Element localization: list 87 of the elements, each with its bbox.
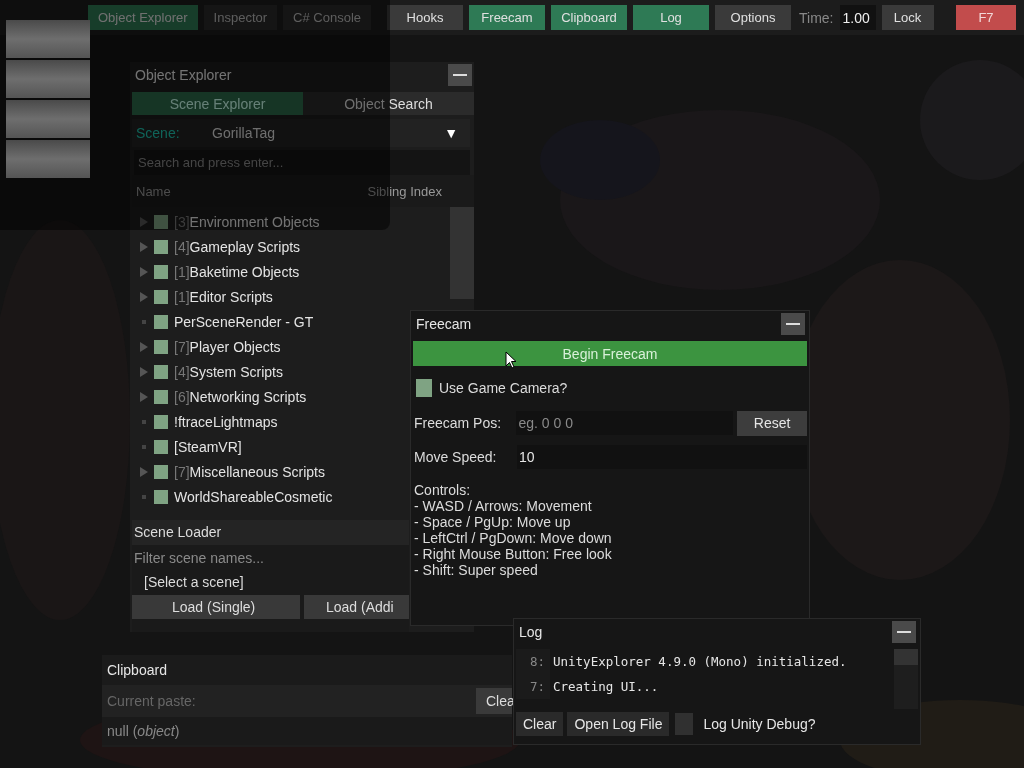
speed-field[interactable]: 10: [517, 445, 807, 469]
log-message: UnityExplorer 4.9.0 (Mono) initialized.: [552, 654, 847, 669]
checkbox-label: Log Unity Debug?: [703, 716, 816, 732]
panel-toggle-button[interactable]: Clipboard: [551, 5, 627, 30]
lock-button[interactable]: Lock: [881, 5, 934, 30]
active-checkbox[interactable]: [154, 314, 168, 329]
scene-object-item[interactable]: [6]Networking Scripts: [174, 388, 307, 405]
scene-object-item[interactable]: [7]Miscellaneous Scripts: [174, 463, 325, 480]
expand-arrow-icon[interactable]: [140, 291, 148, 302]
explorer-tab[interactable]: Object Search: [303, 92, 474, 115]
scene-object-item[interactable]: !ftraceLightmaps: [174, 413, 278, 430]
position-field[interactable]: eg. 0 0 0: [516, 411, 734, 435]
time-label: Time:: [799, 9, 834, 26]
load-button[interactable]: Load (Addi: [304, 595, 409, 619]
panel-toggle-button[interactable]: Options: [715, 5, 791, 30]
search-field[interactable]: Search and press enter...: [134, 150, 470, 175]
active-checkbox[interactable]: [154, 464, 168, 479]
load-button[interactable]: Load (Single): [132, 595, 300, 619]
column-header: Sibling Index: [367, 183, 442, 199]
column-header: Name: [136, 183, 171, 199]
section-title: Scene Loader: [132, 520, 409, 545]
line-number: 7:: [516, 674, 550, 699]
expand-arrow-icon[interactable]: [140, 466, 148, 477]
cursor-icon: [505, 351, 517, 369]
active-checkbox[interactable]: [154, 289, 168, 304]
active-checkbox[interactable]: [154, 264, 168, 279]
checkbox[interactable]: [416, 379, 432, 397]
paste-value: null (object): [107, 723, 180, 739]
panel-title: Log: [519, 624, 543, 640]
scene-object-item[interactable]: [1]Editor Scripts: [174, 288, 273, 305]
log-message: Creating UI...: [552, 679, 659, 694]
active-checkbox[interactable]: [154, 239, 168, 254]
active-checkbox[interactable]: [154, 414, 168, 429]
scene-object-item[interactable]: [SteamVR]: [174, 438, 242, 455]
active-checkbox[interactable]: [154, 364, 168, 379]
field-label: Move Speed:: [413, 449, 498, 465]
active-checkbox[interactable]: [154, 389, 168, 404]
expand-arrow-icon[interactable]: [140, 391, 148, 402]
active-checkbox[interactable]: [154, 339, 168, 354]
scene-object-item[interactable]: PerSceneRender - GT: [174, 313, 314, 330]
open-file-button[interactable]: Open Log File: [567, 712, 670, 736]
scrollbar[interactable]: [894, 649, 918, 709]
popup-item[interactable]: [6, 20, 90, 58]
line-number: 8:: [516, 649, 550, 674]
popup-item[interactable]: [6, 100, 90, 138]
active-checkbox[interactable]: [154, 214, 168, 229]
panel-toggle-button[interactable]: Hooks: [387, 5, 463, 30]
field-label: Freecam Pos:: [413, 415, 503, 431]
scene-object-item[interactable]: [4]System Scripts: [174, 363, 283, 380]
controls-help-text: - Space / PgUp: Move up: [414, 514, 572, 530]
controls-help-text: - WASD / Arrows: Movement: [414, 498, 593, 514]
panel-toggle-button[interactable]: Log: [633, 5, 709, 30]
scene-object-item[interactable]: [4]Gameplay Scripts: [174, 238, 301, 255]
expand-arrow-icon[interactable]: [140, 266, 148, 277]
minimize-button[interactable]: [892, 621, 916, 643]
expand-arrow-icon[interactable]: [140, 216, 148, 227]
panel-title: Clipboard: [107, 662, 167, 678]
popup-item[interactable]: [6, 60, 90, 98]
active-checkbox[interactable]: [154, 489, 168, 504]
current-paste-label: Current paste:: [106, 693, 196, 709]
scene-label: Scene:: [135, 125, 181, 141]
scene-dropdown[interactable]: GorillaTag ▼: [206, 125, 470, 141]
active-checkbox[interactable]: [154, 439, 168, 454]
checkbox-label: Use Game Camera?: [439, 380, 568, 396]
panel-title: Freecam: [416, 316, 472, 332]
controls-help-text: - Shift: Super speed: [414, 562, 539, 578]
popup-item[interactable]: [6, 140, 90, 178]
clear-log-button[interactable]: Clear: [516, 712, 564, 736]
controls-help-text: Controls:: [414, 482, 472, 498]
minimize-button[interactable]: [448, 64, 472, 86]
panel-toggle-button[interactable]: Freecam: [469, 5, 545, 30]
controls-help-text: - LeftCtrl / PgDown: Move down: [414, 530, 613, 546]
scene-dropdown[interactable]: [Select a scene]: [132, 570, 409, 595]
scene-object-item[interactable]: [1]Baketime Objects: [174, 263, 300, 280]
reset-button[interactable]: Reset: [737, 410, 807, 436]
scene-object-item[interactable]: WorldShareableCosmetic: [174, 488, 333, 505]
minimize-button[interactable]: [781, 313, 805, 335]
scrollbar[interactable]: [450, 207, 474, 299]
expand-arrow-icon[interactable]: [140, 366, 148, 377]
controls-help-text: - Right Mouse Button: Free look: [414, 546, 613, 562]
time-field[interactable]: 1.00: [839, 5, 876, 30]
panel-title: Object Explorer: [135, 67, 232, 83]
expand-arrow-icon[interactable]: [140, 241, 148, 252]
scene-object-item[interactable]: [7]Player Objects: [174, 338, 281, 355]
checkbox[interactable]: [675, 713, 694, 735]
hide-button[interactable]: F7: [956, 5, 1016, 30]
expand-arrow-icon[interactable]: [140, 341, 148, 352]
